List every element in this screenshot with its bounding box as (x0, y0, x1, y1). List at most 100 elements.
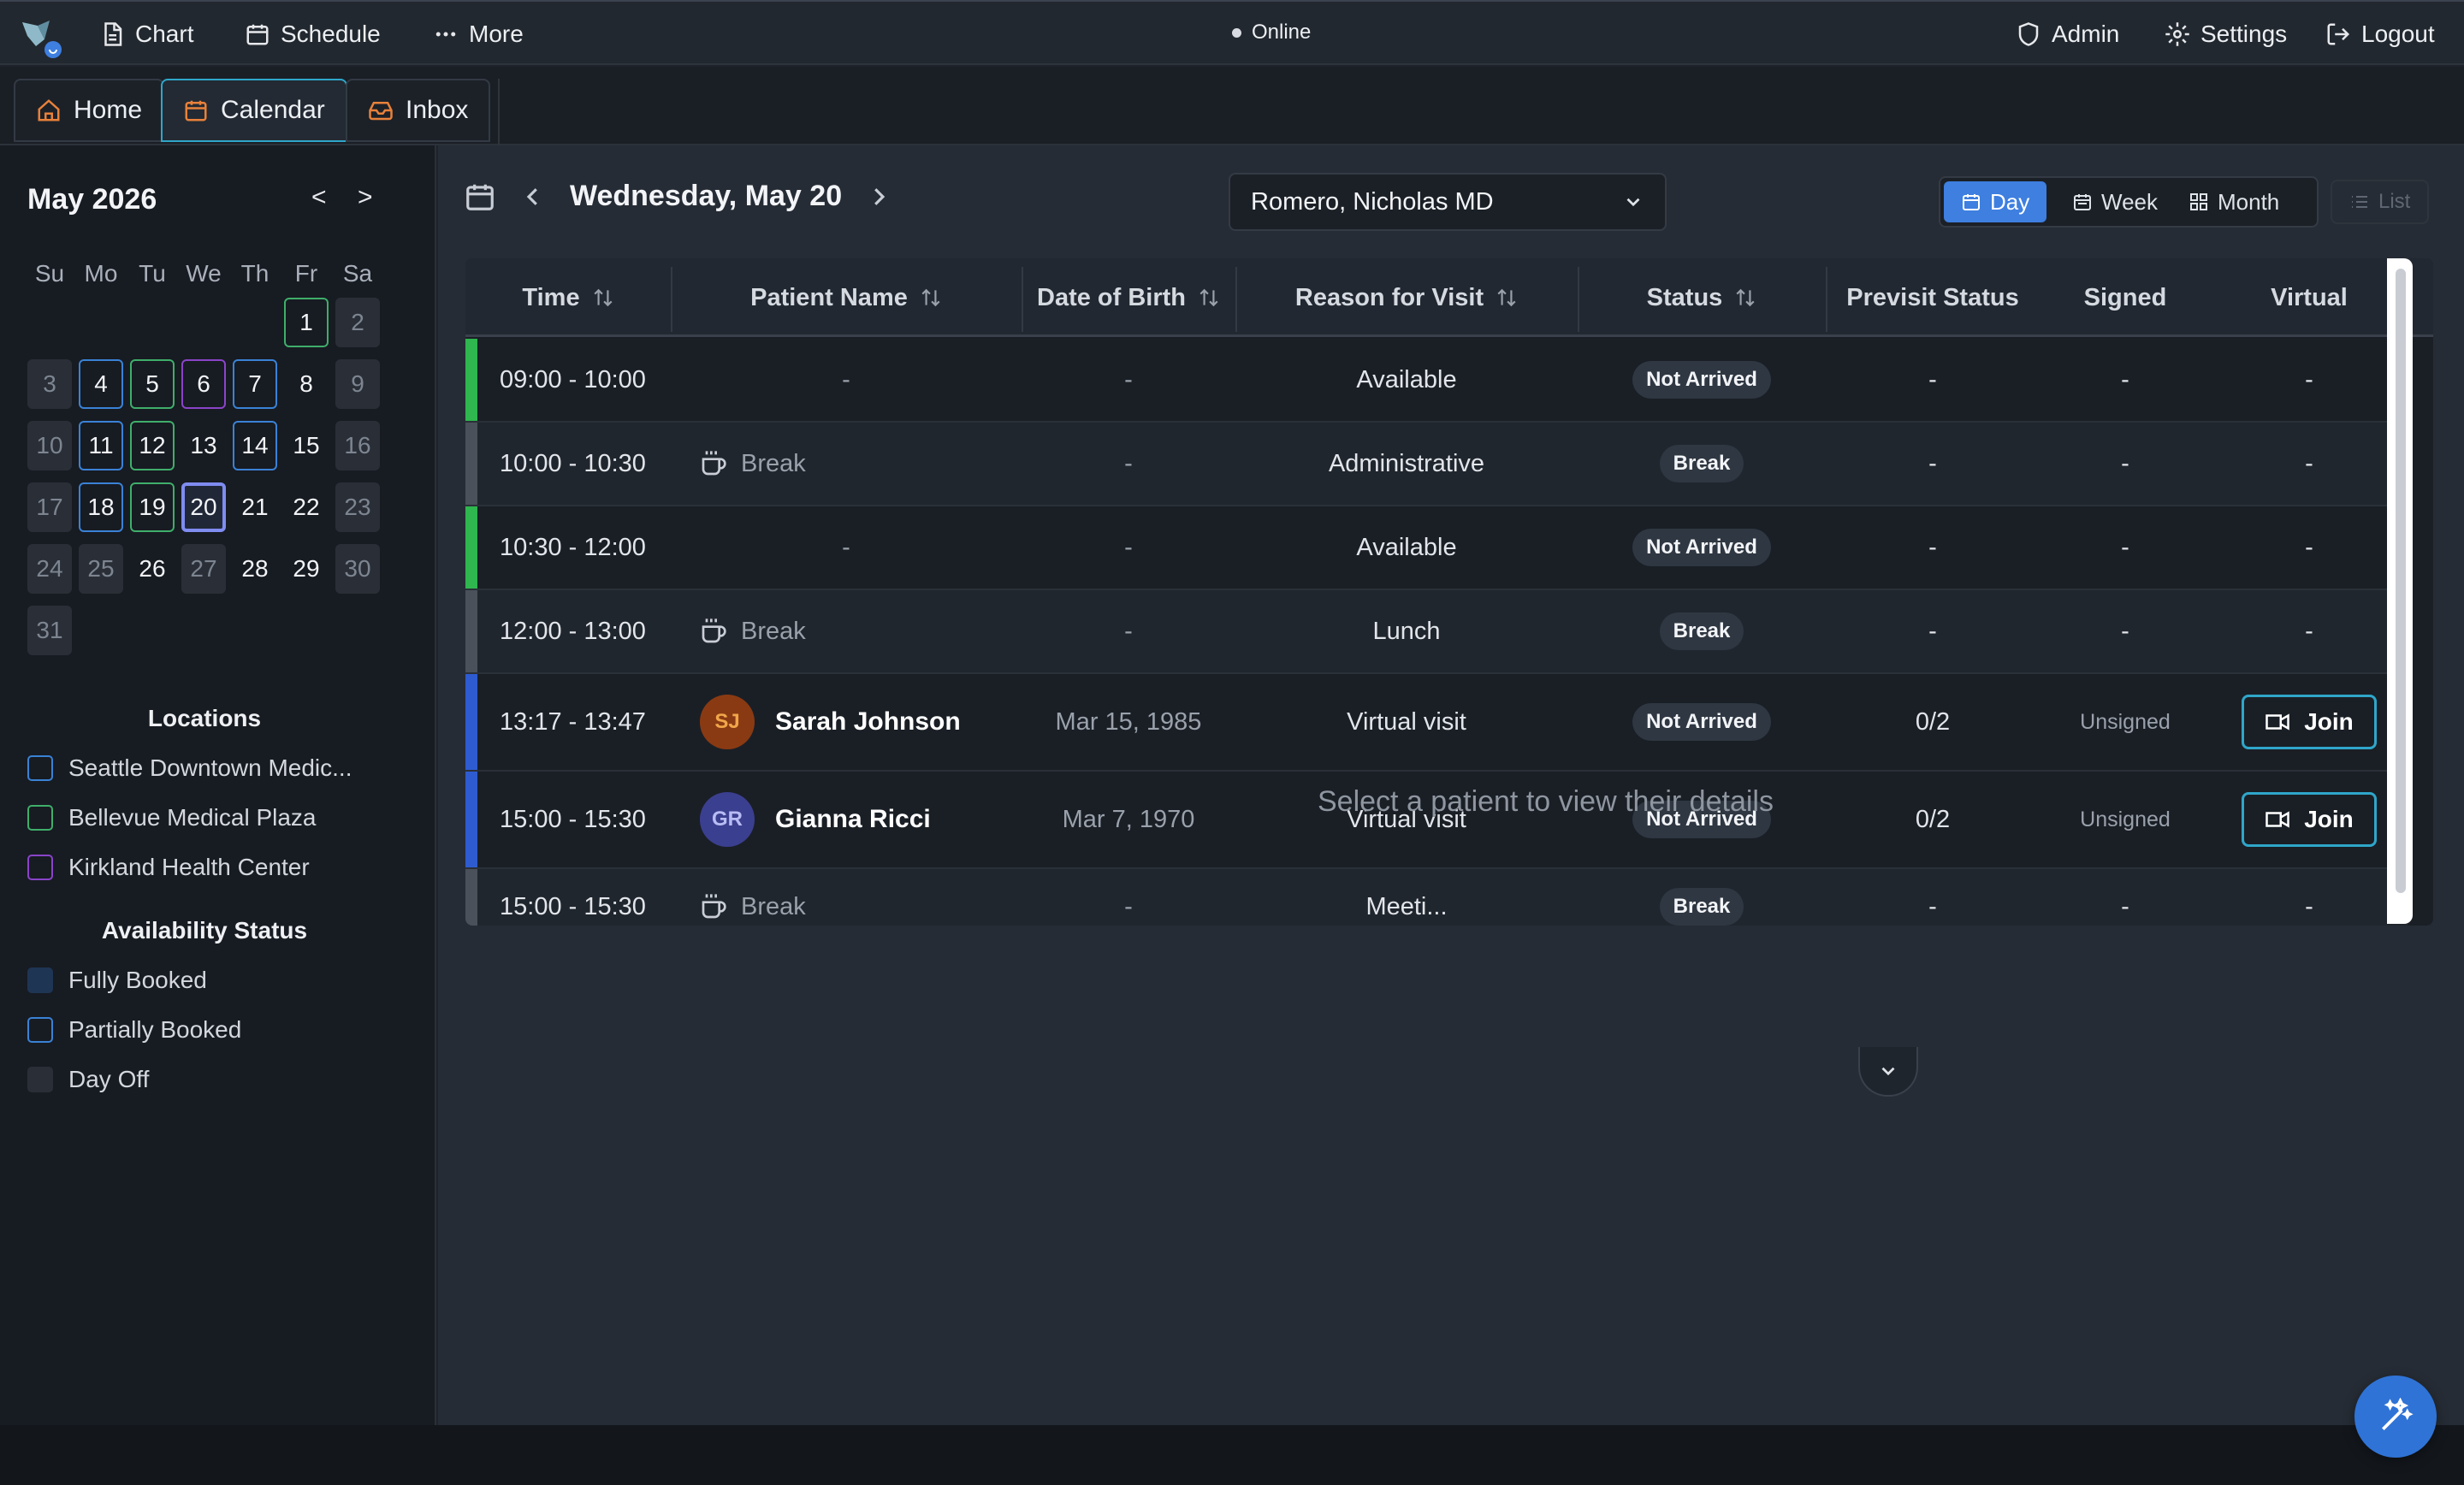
join-video-button[interactable]: Join (2242, 695, 2377, 749)
calendar-day-20[interactable]: 20 (181, 482, 226, 532)
calendar-day-30[interactable]: 30 (335, 544, 380, 594)
dob-cell: Mar 15, 1985 (1055, 707, 1202, 736)
table-row[interactable]: 10:00 - 10:30 Break - Administrative Break - -… (465, 423, 2408, 506)
logout-icon (2327, 23, 2350, 45)
legend-label: Bellevue Medical Plaza (68, 804, 317, 831)
patient-cell[interactable]: GR Gianna Ricci (700, 772, 1022, 867)
tab-calendar[interactable]: Calendar (161, 79, 347, 142)
provider-select[interactable]: Romero, Nicholas MD (1229, 173, 1667, 231)
column-header[interactable]: Date of Birth (1022, 258, 1235, 337)
patient-cell[interactable]: SJ Sarah Johnson (700, 674, 1022, 770)
calendar-day-14[interactable]: 14 (233, 421, 277, 470)
calendar-day-8[interactable]: 8 (284, 359, 329, 409)
calendar-day-3[interactable]: 3 (27, 359, 72, 409)
calendar-day-21[interactable]: 21 (233, 482, 277, 532)
nav-more[interactable]: More (433, 17, 524, 51)
calendar-day-2[interactable]: 2 (335, 298, 380, 347)
weekday-label: Fr (294, 260, 318, 287)
calendar-picker-icon[interactable] (464, 180, 496, 213)
calendar-day-11[interactable]: 11 (79, 421, 123, 470)
dob-cell: Mar 7, 1970 (1062, 805, 1195, 833)
calendar-day-7[interactable]: 7 (233, 359, 277, 409)
table-scrollbar-thumb[interactable] (2396, 269, 2406, 893)
view-week-button[interactable]: Week (2055, 181, 2175, 222)
legend-label: Partially Booked (68, 1016, 242, 1043)
expand-table-button[interactable] (1858, 1047, 1918, 1097)
column-header[interactable]: Status (1578, 258, 1826, 337)
weekday-label: Sa (342, 260, 373, 287)
calendar-day-29[interactable]: 29 (284, 544, 329, 594)
nav-admin[interactable]: Admin (2016, 17, 2119, 51)
nav-chart-label: Chart (135, 21, 194, 47)
row-status-bar (465, 506, 477, 589)
join-video-button[interactable]: Join (2242, 792, 2377, 847)
table-row[interactable]: 09:00 - 10:00 - - Available Not Arrived - - - (465, 339, 2408, 423)
view-day-button[interactable]: Day (1944, 181, 2047, 222)
status-badge: Break (1659, 612, 1744, 650)
calendar-day-31[interactable]: 31 (27, 606, 72, 655)
tab-home-label: Home (74, 96, 143, 124)
view-list-button[interactable]: List (2331, 180, 2430, 224)
calendar-day-23[interactable]: 23 (335, 482, 380, 532)
patient-name[interactable]: Sarah Johnson (775, 707, 961, 737)
next-day-icon[interactable] (866, 184, 891, 210)
nav-chart[interactable]: Chart (99, 17, 193, 51)
previous-day-icon[interactable] (520, 184, 546, 210)
calendar-day-24[interactable]: 24 (27, 544, 72, 594)
calendar-day-22[interactable]: 22 (284, 482, 329, 532)
time-cell: 10:00 - 10:30 (500, 449, 646, 477)
weekday-label: Th (240, 260, 270, 287)
calendar-day-9[interactable]: 9 (335, 359, 380, 409)
color-swatch (27, 855, 53, 880)
nav-logout[interactable]: Logout (2325, 17, 2435, 51)
calendar-day-28[interactable]: 28 (233, 544, 277, 594)
status-cell: Not Arrived (1578, 506, 1826, 589)
column-header[interactable]: Patient Name (671, 258, 1022, 337)
calendar-day-5[interactable]: 5 (130, 359, 175, 409)
table-row[interactable]: 15:00 - 15:30 Break - Meeti... Break - - - (465, 869, 2408, 926)
calendar-day-16[interactable]: 16 (335, 421, 380, 470)
tab-home[interactable]: Home (14, 79, 165, 142)
time-cell: 13:17 - 13:47 (500, 707, 646, 736)
tab-inbox[interactable]: Inbox (346, 79, 491, 142)
coffee-icon (702, 618, 726, 643)
join-label: Join (2304, 708, 2354, 735)
mini-calendar-prev-button[interactable]: < (311, 183, 327, 212)
calendar-day-1[interactable]: 1 (284, 298, 329, 347)
mini-calendar-next-button[interactable]: > (358, 183, 373, 212)
column-header[interactable]: Time (465, 258, 671, 337)
view-list-label: List (2378, 190, 2411, 213)
previsit-cell: - (1928, 892, 1937, 920)
calendar-day-6[interactable]: 6 (181, 359, 226, 409)
calendar-day-15[interactable]: 15 (284, 421, 329, 470)
calendar-day-10[interactable]: 10 (27, 421, 72, 470)
table-row[interactable]: 12:00 - 13:00 Break - Lunch Break - - - (465, 590, 2408, 674)
table-row[interactable]: 13:17 - 13:47 SJ Sarah Johnson Mar 15, 1985… (465, 674, 2408, 772)
table-row[interactable]: 10:30 - 12:00 - - Available Not Arrived - - - (465, 506, 2408, 590)
virtual-cell: - (2305, 449, 2313, 477)
status-badge: Not Arrived (1632, 703, 1771, 741)
view-month-button[interactable]: Month (2171, 181, 2296, 222)
nav-settings[interactable]: Settings (2165, 17, 2287, 51)
magic-wand-button[interactable] (2354, 1376, 2437, 1458)
coffee-icon (702, 894, 726, 919)
app-logo-icon[interactable] (19, 17, 65, 60)
calendar-day-27[interactable]: 27 (181, 544, 226, 594)
calendar-day-18[interactable]: 18 (79, 482, 123, 532)
column-header[interactable]: Reason for Visit (1235, 258, 1578, 337)
color-swatch (27, 755, 53, 781)
patient-name[interactable]: Gianna Ricci (775, 805, 931, 834)
calendar-day-4[interactable]: 4 (79, 359, 123, 409)
calendar-day-19[interactable]: 19 (130, 482, 175, 532)
view-week-label: Week (2101, 188, 2158, 215)
color-swatch (27, 1067, 53, 1092)
calendar-day-13[interactable]: 13 (181, 421, 226, 470)
calendar-day-17[interactable]: 17 (27, 482, 72, 532)
sidebar: May 2026 < > Su Mo Tu We Th Fr Sa 1 2 3 4 5 6 7 8 9 10 11… (0, 145, 436, 1425)
reason-cell: Available (1356, 533, 1457, 561)
calendar-day-12[interactable]: 12 (130, 421, 175, 470)
nav-schedule[interactable]: Schedule (245, 17, 381, 51)
calendar-icon (1963, 194, 1980, 210)
calendar-day-25[interactable]: 25 (79, 544, 123, 594)
calendar-day-26[interactable]: 26 (130, 544, 175, 594)
